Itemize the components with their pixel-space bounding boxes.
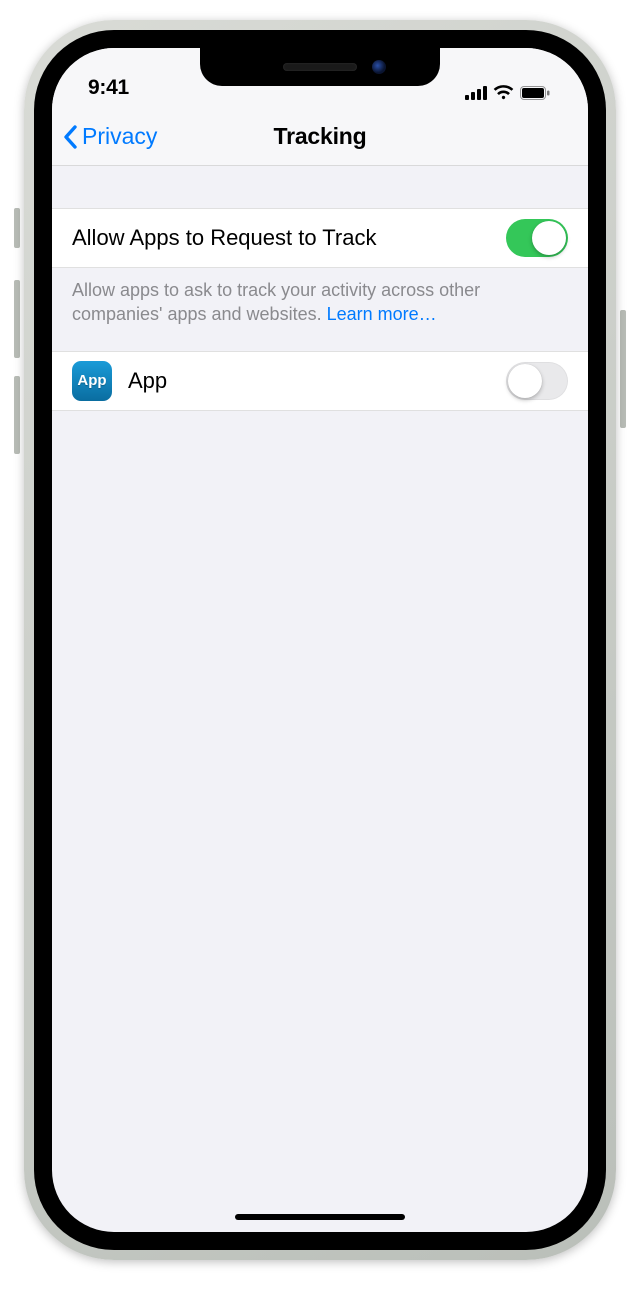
section-spacer bbox=[52, 166, 588, 208]
volume-down-button bbox=[14, 376, 20, 454]
toggle-knob bbox=[508, 364, 542, 398]
power-button bbox=[620, 310, 626, 428]
toggle-allow-apps-request-track[interactable] bbox=[506, 219, 568, 257]
row-app: App App bbox=[52, 351, 588, 411]
footnote: Allow apps to ask to track your activity… bbox=[52, 268, 588, 351]
toggle-knob bbox=[532, 221, 566, 255]
back-button[interactable]: Privacy bbox=[62, 108, 157, 165]
navbar: Privacy Tracking bbox=[52, 108, 588, 166]
app-name-label: App bbox=[128, 368, 490, 394]
status-time: 9:41 bbox=[88, 76, 129, 100]
notch bbox=[200, 48, 440, 86]
device-frame: 9:41 bbox=[24, 20, 616, 1260]
learn-more-link[interactable]: Learn more… bbox=[327, 304, 437, 324]
row-label: Allow Apps to Request to Track bbox=[72, 225, 506, 251]
screen: 9:41 bbox=[52, 48, 588, 1232]
toggle-app-tracking[interactable] bbox=[506, 362, 568, 400]
front-camera bbox=[372, 60, 386, 74]
battery-icon bbox=[520, 86, 550, 100]
cellular-icon bbox=[465, 86, 487, 100]
row-allow-apps-request-track: Allow Apps to Request to Track bbox=[52, 208, 588, 268]
volume-up-button bbox=[14, 280, 20, 358]
back-button-label: Privacy bbox=[82, 123, 157, 150]
mute-switch bbox=[14, 208, 20, 248]
home-indicator[interactable] bbox=[235, 1214, 405, 1220]
speaker-grille bbox=[283, 63, 357, 71]
app-icon: App bbox=[72, 361, 112, 401]
page-title: Tracking bbox=[274, 123, 367, 150]
wifi-icon bbox=[493, 85, 514, 100]
status-icons bbox=[465, 85, 550, 100]
chevron-left-icon bbox=[62, 125, 78, 149]
